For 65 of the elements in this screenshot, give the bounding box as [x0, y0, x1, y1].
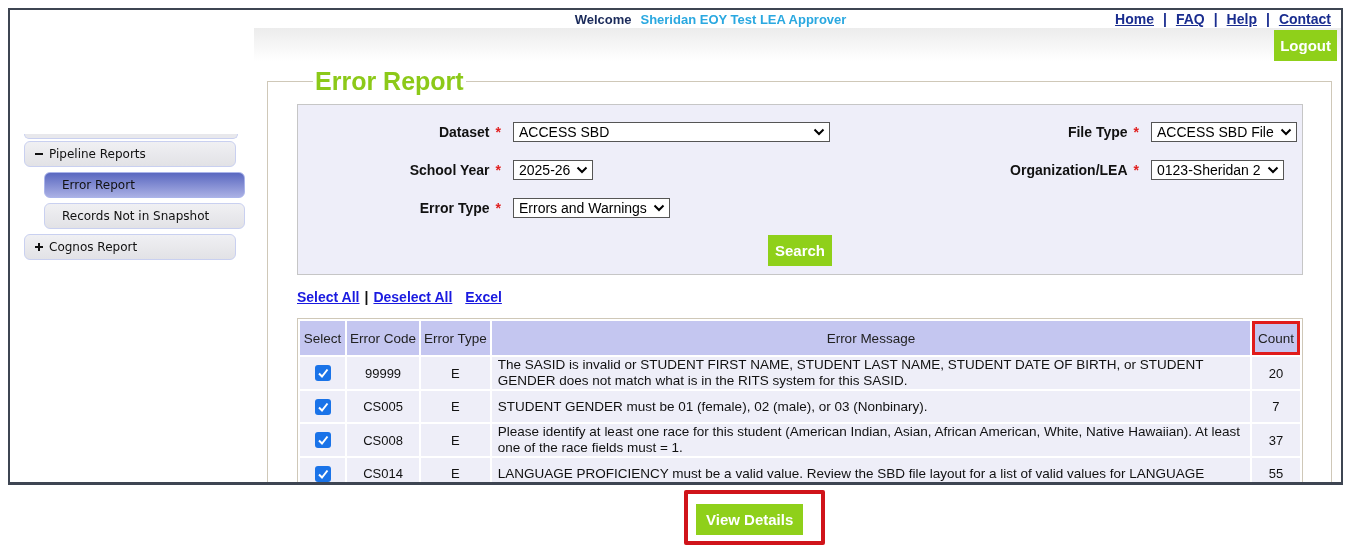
field-label: School Year *: [409, 162, 501, 178]
separator: |: [364, 289, 369, 305]
column-header: Error Code: [347, 321, 420, 355]
required-mark: *: [495, 162, 501, 178]
checkbox[interactable]: [314, 365, 331, 382]
nav-item[interactable]: Error Report: [44, 172, 245, 198]
nav-group[interactable]: Cognos Report: [24, 234, 236, 260]
field-label: Error Type *: [419, 200, 501, 216]
required-mark: *: [1133, 124, 1139, 140]
checkbox[interactable]: [314, 465, 331, 482]
separator: |: [1265, 11, 1270, 27]
chevron-icon: [813, 128, 825, 136]
page-title: Error Report: [314, 67, 465, 96]
dropdown[interactable]: 2025-26: [513, 160, 594, 180]
link[interactable]: Excel: [465, 289, 502, 305]
separator: |: [1163, 11, 1167, 27]
link[interactable]: Select All: [297, 289, 360, 305]
required-mark: *: [1133, 162, 1139, 178]
link[interactable]: Deselect All: [373, 289, 453, 305]
required-mark: *: [495, 200, 501, 216]
table-cell: 37: [1251, 424, 1300, 456]
table-cell: STUDENT GENDER must be 01 (female), 02 (male), or 03 (Nonbinary).: [491, 391, 1250, 422]
link[interactable]: Home: [1115, 11, 1154, 27]
chevron-icon: [576, 166, 589, 174]
dropdown[interactable]: 0123-Sheridan 2: [1151, 160, 1284, 180]
table-cell: Please identify at least one race for this student (American Indian, Asian, African American, White, Native Hawaiian). At least one of the race fields must = 1.: [491, 424, 1250, 456]
column-header: Count: [1251, 321, 1300, 355]
separator: |: [1213, 11, 1218, 27]
dropdown[interactable]: Errors and Warnings: [513, 198, 670, 218]
dropdown[interactable]: ACCESS SBD File: [1151, 122, 1297, 142]
table-cell: E: [421, 357, 490, 389]
user-name: Sheridan EOY Test LEA Approver: [640, 11, 847, 27]
chevron-icon: [1266, 166, 1279, 174]
nav-group[interactable]: Pipeline Reports: [24, 141, 236, 167]
dropdown[interactable]: ACCESS SBD: [513, 122, 830, 142]
checkbox[interactable]: [314, 432, 331, 449]
table-cell: 99999: [347, 357, 420, 389]
checkbox[interactable]: [314, 398, 331, 415]
column-header: Select: [300, 321, 345, 355]
field-label: File Type *: [1067, 124, 1139, 140]
link[interactable]: Help: [1226, 11, 1257, 27]
table-cell: E: [421, 424, 490, 456]
link[interactable]: FAQ: [1175, 11, 1205, 27]
table-cell: 20: [1251, 357, 1300, 389]
minus-icon: [35, 150, 43, 158]
required-mark: *: [495, 124, 501, 140]
table-cell: 55: [1251, 458, 1300, 482]
field-label: Dataset *: [438, 124, 501, 140]
table-cell: The SASID is invalid or STUDENT FIRST NAME, STUDENT LAST NAME, STUDENT DATE OF BIRTH, or STUDENT GENDER does not match what is in the RITS system for this SASID.: [491, 357, 1250, 389]
nav-item[interactable]: Records Not in Snapshot: [44, 203, 245, 229]
chevron-icon: [652, 204, 665, 212]
table-cell: LANGUAGE PROFICIENCY must be a valid value. Review the SBD file layout for a list of valid values for LANGUAGE: [491, 458, 1250, 482]
table-cell: E: [421, 391, 490, 422]
table-cell: E: [421, 458, 490, 482]
plus-icon: [35, 243, 43, 251]
table-cell: CS014: [347, 458, 420, 482]
table-cell: CS008: [347, 424, 420, 456]
field-label: Organization/LEA *: [1010, 162, 1139, 178]
chevron-icon: [1279, 128, 1292, 136]
column-header: Error Message: [491, 321, 1250, 355]
column-header: Error Type: [421, 321, 490, 355]
table-cell: CS005: [347, 391, 420, 422]
welcome-label: Welcome: [574, 11, 632, 27]
link[interactable]: Contact: [1278, 11, 1331, 27]
table-cell: 7: [1251, 391, 1300, 422]
